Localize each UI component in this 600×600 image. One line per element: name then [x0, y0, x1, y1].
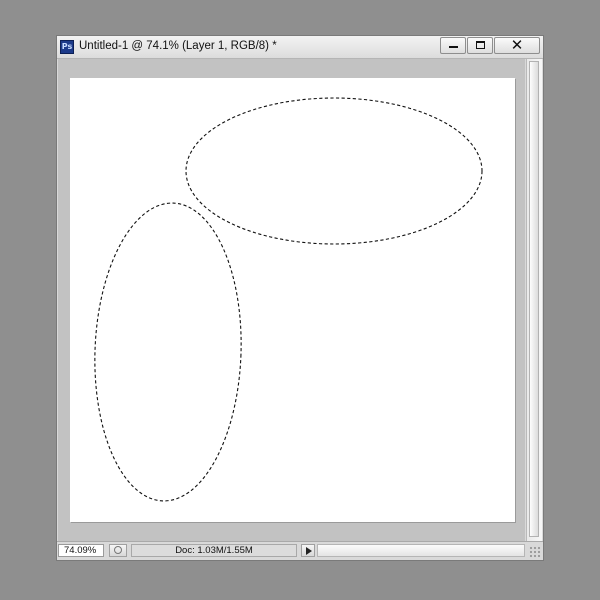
minimize-icon — [449, 46, 458, 48]
document-title: Untitled-1 @ 74.1% (Layer 1, RGB/8) * — [79, 40, 277, 52]
vertical-scroll-thumb[interactable] — [529, 61, 539, 537]
maximize-icon — [476, 41, 485, 49]
selection-overlay — [90, 97, 483, 504]
document-canvas[interactable] — [70, 78, 515, 522]
horizontal-scrollbar[interactable] — [317, 544, 525, 557]
resize-grip-icon[interactable] — [529, 546, 541, 558]
close-button[interactable]: ✕ — [494, 36, 540, 54]
maximize-button[interactable] — [467, 37, 493, 54]
minimize-button[interactable] — [440, 37, 466, 54]
close-icon: ✕ — [510, 36, 524, 54]
play-arrow-icon[interactable] — [301, 544, 315, 557]
horizontal-ellipse-selection[interactable] — [185, 97, 483, 245]
photoshop-icon: Ps — [60, 40, 74, 54]
vertical-scrollbar[interactable] — [526, 59, 542, 541]
document-window: Ps Untitled-1 @ 74.1% (Layer 1, RGB/8) *… — [56, 35, 544, 561]
vertical-ellipse-selection[interactable] — [90, 201, 246, 504]
canvas-workspace[interactable] — [58, 59, 525, 541]
status-info-icon[interactable] — [109, 544, 127, 557]
zoom-level-field[interactable]: 74.09% — [58, 544, 104, 557]
title-bar[interactable]: Ps Untitled-1 @ 74.1% (Layer 1, RGB/8) *… — [57, 36, 543, 59]
window-controls: ✕ — [439, 36, 540, 55]
document-size-info[interactable]: Doc: 1.03M/1.55M — [131, 544, 297, 557]
status-bar: 74.09% Doc: 1.03M/1.55M — [57, 541, 543, 560]
